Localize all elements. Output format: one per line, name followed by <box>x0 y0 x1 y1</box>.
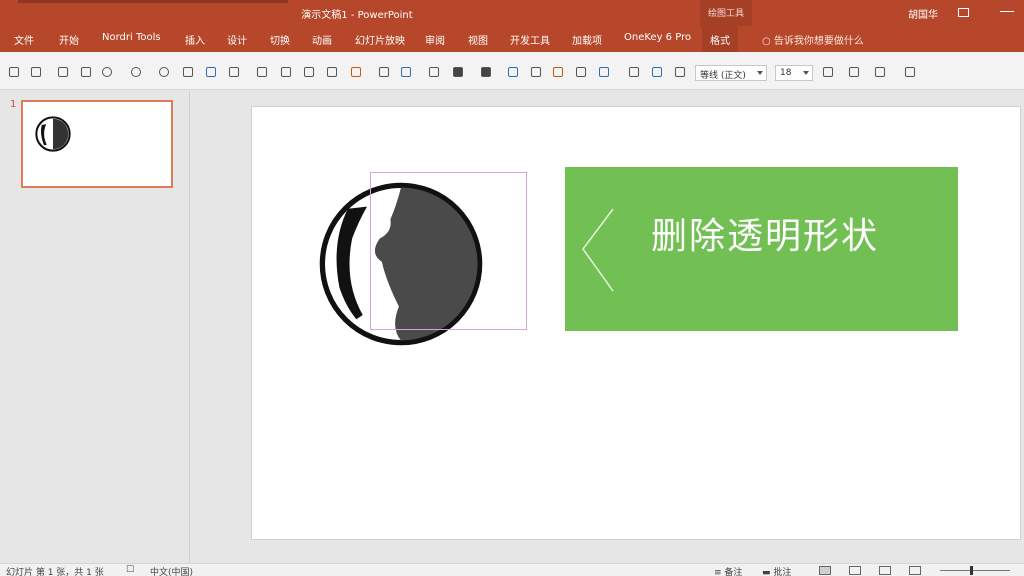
title-shape[interactable]: 删除透明形状 <box>565 167 958 331</box>
font-name-value: 等线 (正文) <box>700 71 746 81</box>
text-outline-icon[interactable] <box>480 66 492 78</box>
chevron-down-icon <box>803 71 809 75</box>
spell-check-icon[interactable]: ☐ <box>126 565 134 575</box>
tab-format[interactable]: 格式 <box>702 26 738 52</box>
tab-insert[interactable]: 插入 <box>185 32 205 47</box>
drawing-tools-context-label: 绘图工具 <box>700 0 752 26</box>
tab-onekey[interactable]: OneKey 6 Pro <box>624 32 691 43</box>
slideshow-icon[interactable] <box>909 566 921 575</box>
ribbon-tabs: 文件 开始 Nordri Tools 插入 设计 切换 动画 幻灯片放映 审阅 … <box>0 26 1024 52</box>
picture-icon[interactable] <box>57 66 69 78</box>
copy-icon[interactable] <box>303 66 315 78</box>
slide-info: 幻灯片 第 1 张，共 1 张 <box>6 568 104 576</box>
tab-animations[interactable]: 动画 <box>312 32 332 47</box>
line-spacing-icon[interactable] <box>822 66 834 78</box>
document-title: 演示文稿1 - PowerPoint <box>301 10 413 21</box>
ribbon-display-options-icon[interactable] <box>958 8 969 17</box>
text-direction-icon[interactable] <box>848 66 860 78</box>
chevron-down-icon <box>757 71 763 75</box>
slide-thumbnail[interactable] <box>21 100 173 188</box>
eyedropper-icon[interactable] <box>326 66 338 78</box>
tab-review[interactable]: 审阅 <box>425 32 445 47</box>
globe-icon <box>35 116 71 152</box>
bring-forward-icon[interactable] <box>530 66 542 78</box>
slide-canvas[interactable]: 删除透明形状 <box>251 106 1021 540</box>
customize-toolbar-icon[interactable] <box>904 66 916 78</box>
crop-icon[interactable] <box>182 66 194 78</box>
zoom-slider-handle[interactable] <box>970 566 973 575</box>
tab-addins[interactable]: 加载项 <box>572 32 602 47</box>
shapes-icon[interactable] <box>101 66 113 78</box>
group-icon[interactable] <box>256 66 268 78</box>
transparent-shape-selection[interactable] <box>370 172 527 330</box>
slide-thumbnail-pane: 1 <box>0 91 190 563</box>
send-backward-icon[interactable] <box>552 66 564 78</box>
quick-toolbar: 等线 (正文) 18 <box>0 52 1024 90</box>
fill-shape-icon[interactable] <box>205 66 217 78</box>
user-name[interactable]: 胡国华 <box>908 6 938 21</box>
new-file-icon[interactable] <box>8 66 20 78</box>
tab-developer[interactable]: 开发工具 <box>510 32 550 47</box>
notes-label: 备注 <box>724 568 743 576</box>
title-bar: 演示文稿1 - PowerPoint 绘图工具 胡国华 <box>0 0 1024 26</box>
notes-button[interactable]: ≡ 备注 <box>714 565 742 576</box>
layout-icon[interactable] <box>30 66 42 78</box>
lightbulb-icon: ○ <box>762 36 774 47</box>
effects-icon[interactable] <box>428 66 440 78</box>
tab-design[interactable]: 设计 <box>227 32 247 47</box>
tab-home[interactable]: 开始 <box>59 32 79 47</box>
chevron-left-icon <box>582 208 614 292</box>
text-fill-icon[interactable] <box>452 66 464 78</box>
title-accent <box>18 0 288 3</box>
align-icon[interactable] <box>228 66 240 78</box>
tab-nordri-tools[interactable]: Nordri Tools <box>102 32 161 43</box>
shape-outline-icon[interactable] <box>400 66 412 78</box>
tab-view[interactable]: 视图 <box>468 32 488 47</box>
font-name-select[interactable]: 等线 (正文) <box>695 65 767 81</box>
screenshot-icon[interactable] <box>80 66 92 78</box>
comments-button[interactable]: ▬ 批注 <box>762 565 791 576</box>
star-icon[interactable] <box>598 66 610 78</box>
slide-editor: 删除透明形状 <box>191 91 1024 563</box>
font-size-select[interactable]: 18 <box>775 65 813 81</box>
merge-shapes-icon[interactable] <box>130 66 142 78</box>
selection-pane-icon[interactable] <box>575 66 587 78</box>
shape-text[interactable]: 删除透明形状 <box>651 207 879 259</box>
tell-me-text: 告诉我你想要做什么 <box>773 36 864 47</box>
comments-label: 批注 <box>773 568 792 576</box>
normal-view-icon[interactable] <box>819 566 831 575</box>
image-icon[interactable] <box>651 66 663 78</box>
shape-fill-icon[interactable] <box>350 66 362 78</box>
tell-me-search[interactable]: ○ 告诉我你想要做什么 <box>762 32 864 47</box>
text-effects-icon[interactable] <box>507 66 519 78</box>
pen-icon[interactable] <box>378 66 390 78</box>
columns-icon[interactable] <box>874 66 886 78</box>
minimize-icon[interactable] <box>1000 11 1014 12</box>
format-painter-icon[interactable] <box>280 66 292 78</box>
slide-sorter-icon[interactable] <box>849 566 861 575</box>
reading-view-icon[interactable] <box>879 566 891 575</box>
font-size-value: 18 <box>780 68 792 78</box>
slide-number: 1 <box>10 99 17 110</box>
rotate-icon[interactable] <box>158 66 170 78</box>
star-outline-icon[interactable] <box>628 66 640 78</box>
status-bar: 幻灯片 第 1 张，共 1 张 ☐ 中文(中国) ≡ 备注 ▬ 批注 <box>0 563 1024 576</box>
language[interactable]: 中文(中国) <box>150 565 193 576</box>
tab-transitions[interactable]: 切换 <box>270 32 290 47</box>
favorite-icon[interactable] <box>674 66 686 78</box>
tab-file[interactable]: 文件 <box>14 32 34 47</box>
zoom-slider[interactable] <box>940 570 1010 571</box>
tab-slideshow[interactable]: 幻灯片放映 <box>355 32 405 47</box>
